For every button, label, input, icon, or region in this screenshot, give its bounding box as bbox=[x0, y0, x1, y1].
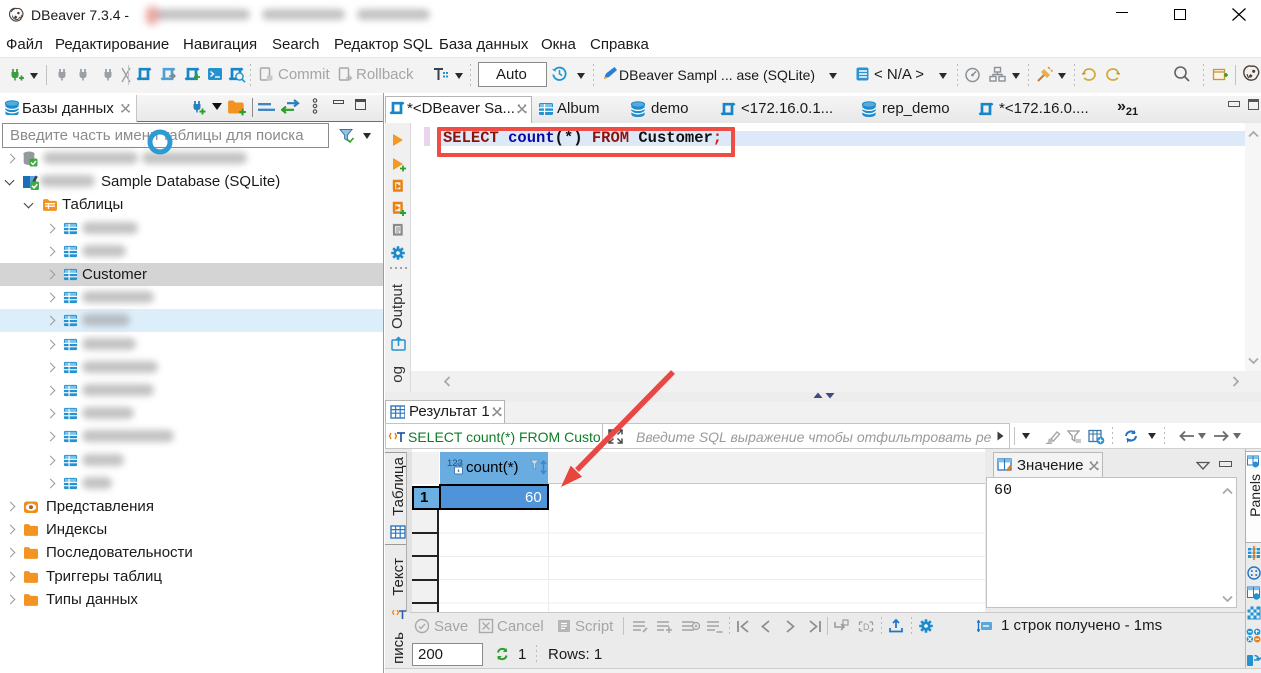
svg-text:D: D bbox=[863, 622, 870, 632]
